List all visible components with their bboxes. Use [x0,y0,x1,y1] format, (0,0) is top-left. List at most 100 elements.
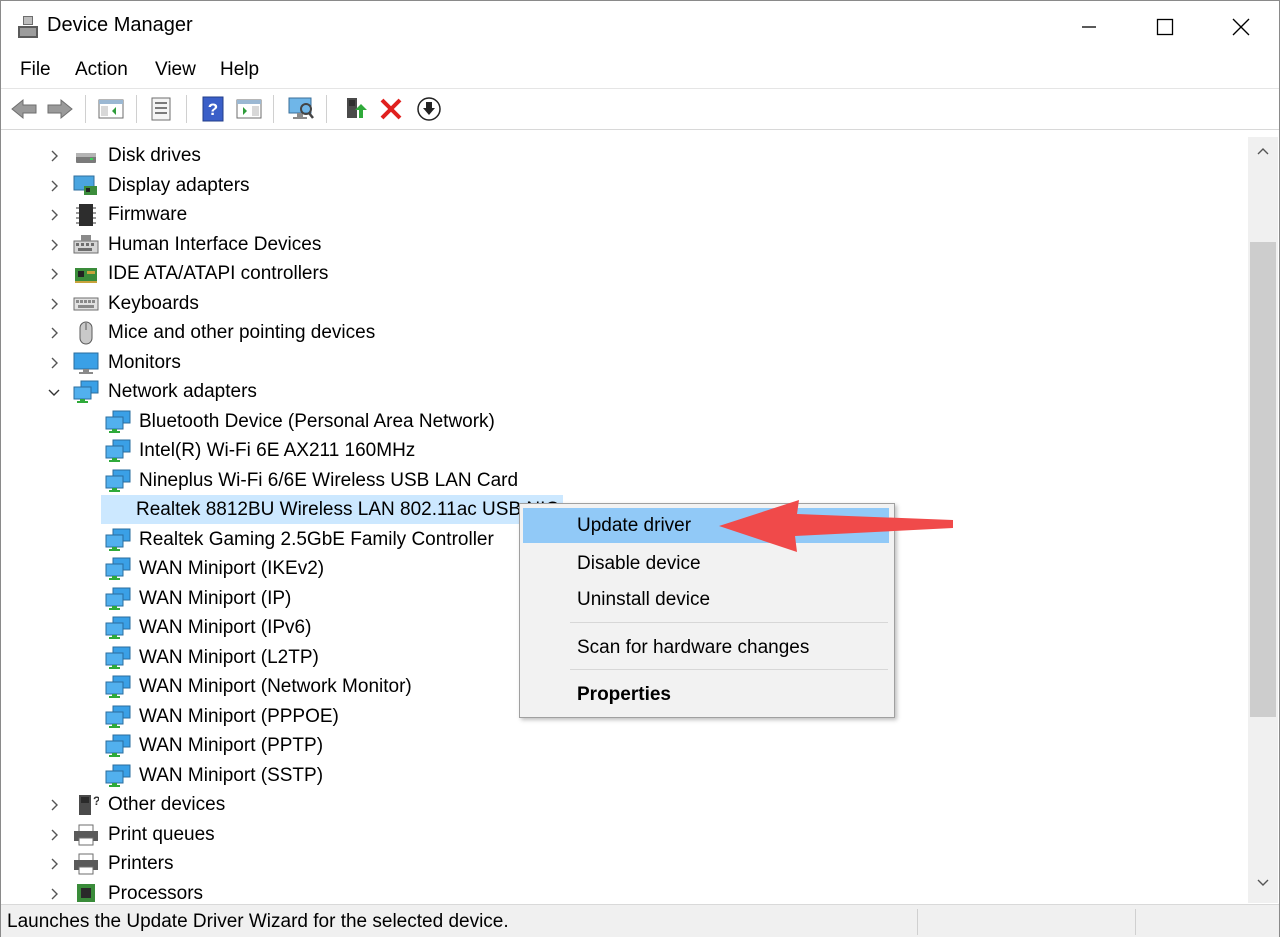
toolbar-separator [186,95,187,123]
tree-device-label: WAN Miniport (SSTP) [139,765,324,786]
menu-view[interactable]: View [153,59,198,81]
window-title: Device Manager [47,14,193,36]
tree-category-label: Disk drives [108,145,201,166]
scroll-up-arrow-icon[interactable] [1256,145,1270,159]
device-manager-window: Device Manager File Action View Help ? D… [0,0,1280,937]
toolbar-divider [1,129,1279,130]
chevron-right-icon[interactable] [47,798,61,812]
tree-category-label: Printers [108,853,174,874]
tree-device-label: WAN Miniport (Network Monitor) [139,676,412,697]
status-bar: Launches the Update Driver Wizard for th… [1,904,1279,937]
close-button[interactable] [1203,1,1279,53]
minimize-button[interactable] [1051,1,1127,53]
firmware-chip-icon [76,204,96,226]
tree-device-label: Nineplus Wi-Fi 6/6E Wireless USB LAN Car… [139,470,519,491]
menu-item-label: Uninstall device [577,589,711,610]
minimize-icon [1082,26,1096,28]
tree-device-label: WAN Miniport (IP) [139,588,292,609]
properties-icon [151,97,171,121]
tree-category-label: Firmware [108,204,188,225]
device-manager-app-icon [18,16,38,38]
menu-item-label: Scan for hardware changes [577,637,810,658]
chevron-right-icon[interactable] [47,149,61,163]
tree-device-label: Intel(R) Wi-Fi 6E AX211 160MHz [139,440,416,461]
status-divider [917,909,918,935]
uninstall-device-button[interactable] [376,94,406,124]
tree-category-label: IDE ATA/ATAPI controllers [108,263,329,284]
help-icon: ? [202,96,224,122]
chevron-right-icon[interactable] [47,887,61,901]
scrollbar-thumb[interactable] [1250,242,1276,717]
help-button[interactable]: ? [198,94,228,124]
mouse-icon [79,321,93,345]
uninstall-device-icon [380,98,402,120]
network-adapter-icon [105,587,131,610]
processor-icon [77,884,95,902]
monitor-icon [73,352,99,374]
show-hide-console-tree-button[interactable] [96,94,126,124]
back-arrow-icon [11,98,37,120]
action-pane-button[interactable] [234,94,264,124]
network-adapter-icon [105,557,131,580]
chevron-right-icon[interactable] [47,828,61,842]
network-adapter-icon [105,734,131,757]
menu-file[interactable]: File [18,59,53,81]
ide-controller-icon [75,268,97,283]
keyboard-icon [73,297,99,311]
maximize-button[interactable] [1127,1,1203,53]
network-adapter-icon [105,528,131,551]
back-button[interactable] [9,94,39,124]
network-adapter-icon [105,646,131,669]
chevron-right-icon[interactable] [47,297,61,311]
tree-category-label: Print queues [108,824,215,845]
printer-icon [74,824,98,846]
disable-device-button[interactable] [414,94,444,124]
annotation-arrow-icon [719,500,953,552]
tree-category-label: Human Interface Devices [108,234,322,255]
menu-bar: File Action View Help [1,53,1279,89]
network-adapter-icon [105,616,131,639]
action-pane-icon [236,99,262,119]
chevron-right-icon[interactable] [47,857,61,871]
network-adapter-icon [73,380,99,403]
chevron-right-icon[interactable] [47,179,61,193]
menu-separator [570,622,888,623]
chevron-right-icon[interactable] [47,326,61,340]
menu-help[interactable]: Help [218,59,261,81]
tree-category-label: Keyboards [108,293,199,314]
tree-category-label: Other devices [108,794,226,815]
toolbar-separator [326,95,327,123]
menu-item-label: Update driver [577,515,692,536]
status-divider [1135,909,1136,935]
menu-item-properties[interactable]: Properties [523,677,889,712]
chevron-right-icon[interactable] [47,356,61,370]
tree-device-label: WAN Miniport (IPv6) [139,617,312,638]
menu-action[interactable]: Action [73,59,130,81]
tree-category-label: Network adapters [108,381,257,402]
tree-device-label: WAN Miniport (PPPOE) [139,706,339,727]
properties-button[interactable] [146,94,176,124]
scroll-down-arrow-icon[interactable] [1256,875,1270,889]
menu-item-uninstall-device[interactable]: Uninstall device [523,582,889,617]
scan-hardware-button[interactable] [286,94,316,124]
network-adapter-icon [105,675,131,698]
menu-item-scan-for-hardware-changes[interactable]: Scan for hardware changes [523,630,889,665]
chevron-right-icon[interactable] [47,208,61,222]
svg-text:?: ? [93,794,99,808]
status-text: Launches the Update Driver Wizard for th… [7,911,509,932]
network-adapter-icon [105,705,131,728]
chevron-right-icon[interactable] [47,267,61,281]
show-hide-console-tree-icon [98,99,124,119]
tree-category-label: Monitors [108,352,181,373]
forward-button[interactable] [45,94,75,124]
tree-device-label: Realtek 8812BU Wireless LAN 802.11ac USB… [101,495,564,524]
tree-device-label: WAN Miniport (PPTP) [139,735,324,756]
update-driver-button[interactable] [339,94,369,124]
chevron-right-icon[interactable] [47,238,61,252]
toolbar-separator [85,95,86,123]
forward-arrow-icon [47,98,73,120]
chevron-down-icon[interactable] [47,385,61,399]
hid-keyboard-icon [73,235,99,254]
tree-category-label: Display adapters [108,175,250,196]
vertical-scrollbar[interactable] [1248,137,1278,903]
